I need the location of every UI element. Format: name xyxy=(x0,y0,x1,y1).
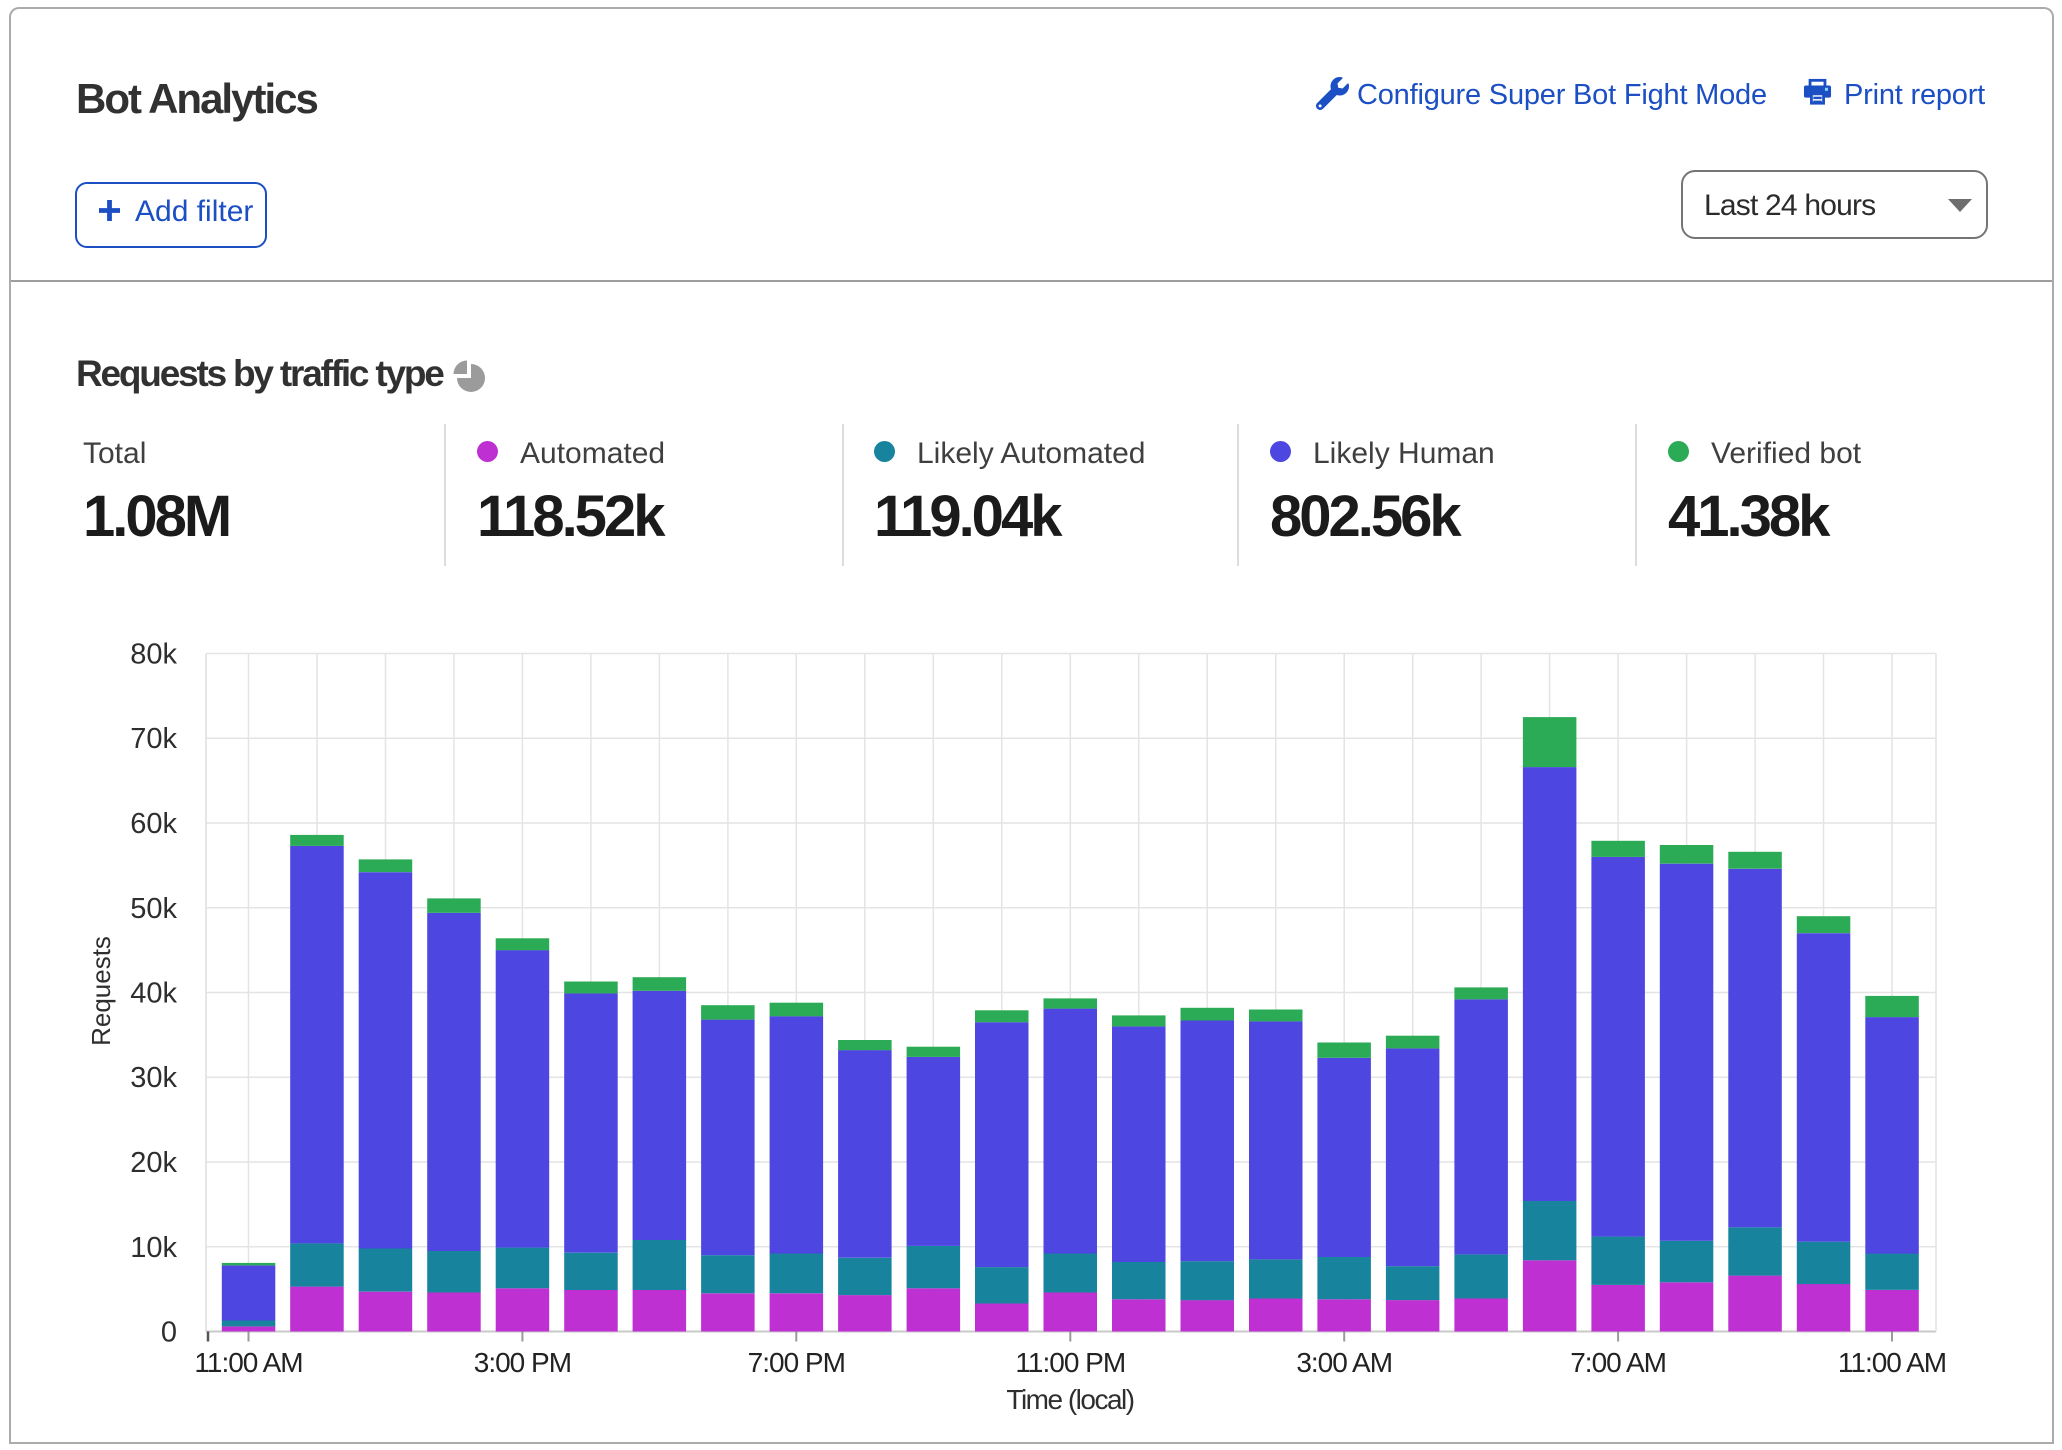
svg-text:60k: 60k xyxy=(130,808,177,840)
svg-text:20k: 20k xyxy=(130,1147,177,1179)
svg-text:40k: 40k xyxy=(130,978,177,1010)
svg-text:3:00 PM: 3:00 PM xyxy=(474,1347,571,1378)
svg-text:11:00 PM: 11:00 PM xyxy=(1015,1347,1125,1378)
svg-text:Requests: Requests xyxy=(86,936,116,1046)
svg-text:0: 0 xyxy=(161,1317,177,1349)
svg-text:11:00 AM: 11:00 AM xyxy=(194,1347,302,1378)
svg-text:3:00 AM: 3:00 AM xyxy=(1296,1347,1392,1378)
svg-text:Time (local): Time (local) xyxy=(1006,1384,1133,1415)
svg-text:10k: 10k xyxy=(130,1232,177,1264)
svg-text:80k: 80k xyxy=(130,639,177,671)
svg-text:70k: 70k xyxy=(130,723,177,755)
svg-text:11:00 AM: 11:00 AM xyxy=(1838,1347,1946,1378)
svg-text:50k: 50k xyxy=(130,893,177,925)
svg-text:7:00 AM: 7:00 AM xyxy=(1570,1347,1666,1378)
svg-text:7:00 PM: 7:00 PM xyxy=(748,1347,845,1378)
svg-text:30k: 30k xyxy=(130,1062,177,1094)
